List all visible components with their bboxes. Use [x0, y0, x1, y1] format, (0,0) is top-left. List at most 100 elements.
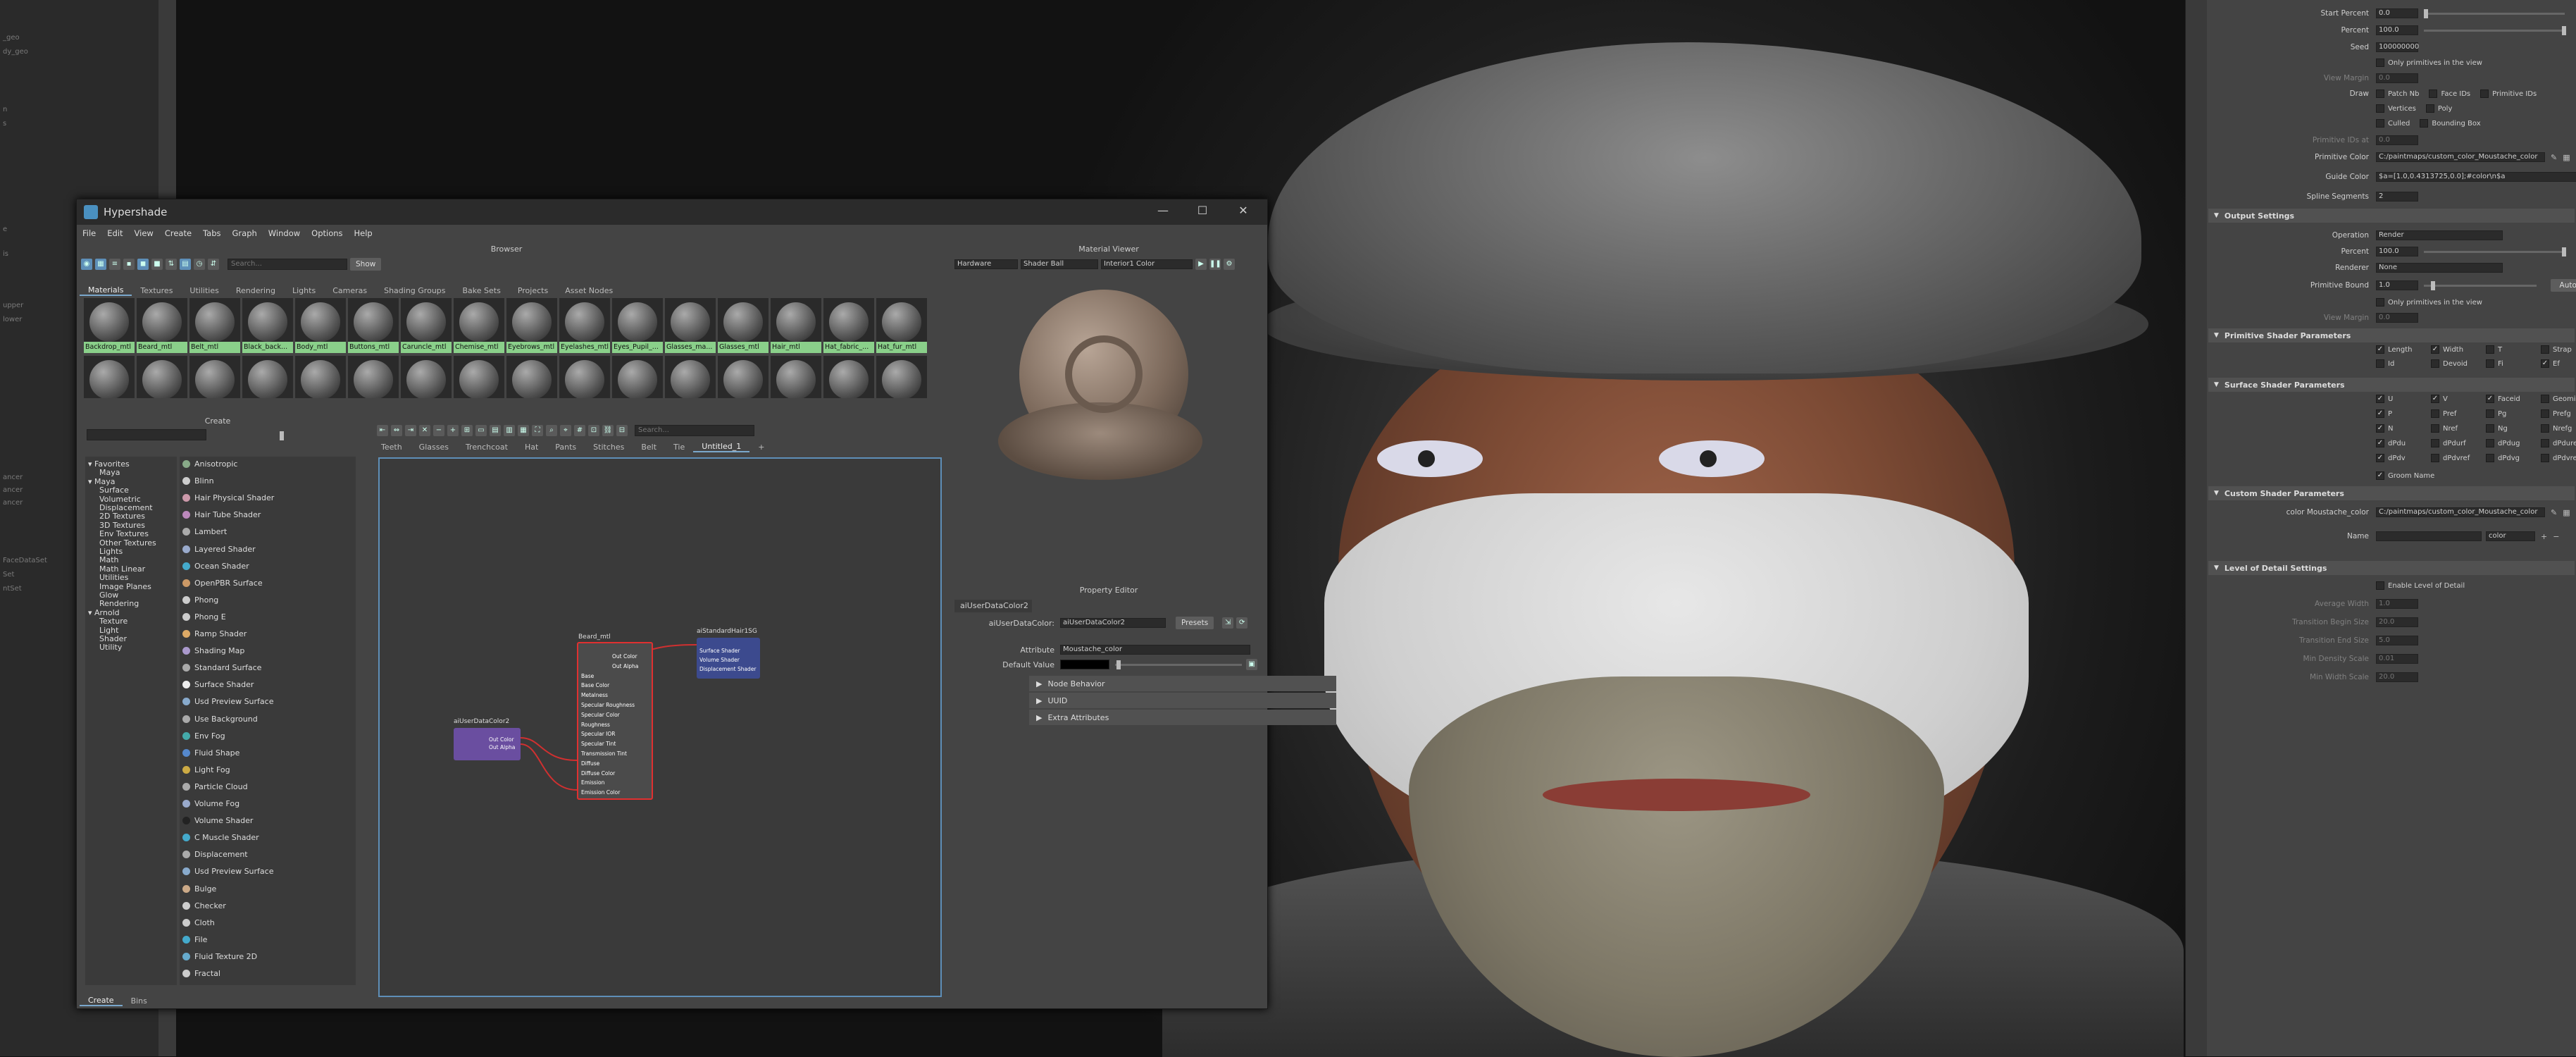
- node-port[interactable]: Emission: [581, 779, 604, 787]
- attribute-field[interactable]: Moustache_color: [1060, 645, 1250, 655]
- primitive-shader-checkbox[interactable]: [2376, 359, 2384, 368]
- create-node-item[interactable]: Usd Preview Surface: [182, 697, 273, 706]
- auto-set-button[interactable]: Auto Set: [2551, 279, 2576, 292]
- tab-utilities[interactable]: Utilities: [181, 286, 227, 295]
- create-node-item[interactable]: Checker: [182, 901, 226, 910]
- close-icon[interactable]: ✕: [1229, 204, 1257, 217]
- primitive-ids-at-field[interactable]: 0.0: [2376, 135, 2418, 145]
- category-env-textures[interactable]: Env Textures: [99, 529, 149, 538]
- primitive-color-field[interactable]: C:/paintmaps/custom_color_Moustache_colo…: [2376, 152, 2545, 162]
- material-swatch[interactable]: Glasses_mtl: [718, 298, 769, 353]
- default-value-slider[interactable]: [1115, 664, 1242, 666]
- material-swatch[interactable]: Glasses_ma...: [665, 298, 716, 353]
- sort-icon[interactable]: ⇅: [166, 259, 177, 270]
- menu-graph[interactable]: Graph: [232, 228, 257, 238]
- medium-icons-icon[interactable]: ◼: [137, 259, 149, 270]
- custom-name-field[interactable]: [2376, 531, 2482, 541]
- grid-icon[interactable]: ▦: [2563, 153, 2570, 162]
- create-node-item[interactable]: File: [182, 935, 207, 944]
- material-swatch[interactable]: [559, 356, 610, 398]
- presets-button[interactable]: Presets: [1176, 617, 1214, 629]
- node-port[interactable]: Base: [581, 673, 594, 681]
- spline-segments-field[interactable]: 2: [2376, 192, 2418, 202]
- lod-field[interactable]: 20.0: [2376, 617, 2418, 627]
- custom-color-field[interactable]: C:/paintmaps/custom_color_Moustache_colo…: [2376, 507, 2545, 517]
- menu-tabs[interactable]: Tabs: [203, 228, 220, 238]
- node-port[interactable]: Transmission Tint: [581, 750, 627, 758]
- create-node-item[interactable]: Volume Fog: [182, 799, 239, 808]
- menu-help[interactable]: Help: [354, 228, 373, 238]
- surface-shader-checkbox[interactable]: ✓: [2376, 424, 2384, 433]
- camera-icon[interactable]: ◉: [81, 259, 92, 270]
- hypershade-titlebar[interactable]: Hypershade — ☐ ✕: [77, 199, 1267, 225]
- create-node-item[interactable]: Layered Shader: [182, 545, 256, 554]
- surface-shader-checkbox[interactable]: ✓: [2376, 439, 2384, 447]
- node-port[interactable]: Out Color: [612, 653, 637, 661]
- create-node-item[interactable]: Lambert: [182, 527, 227, 536]
- tab-bake-sets[interactable]: Bake Sets: [454, 286, 509, 295]
- surface-shader-checkbox[interactable]: [2486, 424, 2494, 433]
- renderer-dropdown[interactable]: None: [2376, 263, 2503, 273]
- tab-shading-groups[interactable]: Shading Groups: [375, 286, 454, 295]
- outliner-item[interactable]: n: [3, 106, 7, 113]
- browser-search-input[interactable]: Search...: [228, 259, 347, 270]
- node-graph-canvas[interactable]: aiUserDataColor2 Out Color Out Alpha Bea…: [378, 457, 942, 997]
- view-margin-field[interactable]: 0.0: [2376, 313, 2418, 323]
- graph-tab[interactable]: Belt: [633, 443, 665, 452]
- surface-shader-checkbox[interactable]: [2541, 395, 2549, 403]
- surface-shader-checkbox[interactable]: [2486, 439, 2494, 447]
- create-node-item[interactable]: C Muscle Shader: [182, 833, 259, 842]
- category-glow[interactable]: Glow: [99, 591, 118, 600]
- node-port[interactable]: Specular IOR: [581, 731, 616, 738]
- remove-icon[interactable]: −: [2553, 532, 2559, 541]
- draw-checkbox[interactable]: [2376, 119, 2384, 128]
- create-node-item[interactable]: Usd Preview Surface: [182, 867, 273, 876]
- category-lights[interactable]: Lights: [99, 547, 123, 556]
- tab-lights[interactable]: Lights: [284, 286, 324, 295]
- show-button[interactable]: Show: [350, 258, 381, 271]
- node-shading-group[interactable]: aiStandardHair1SG Surface Shader Volume …: [697, 638, 760, 679]
- remove-from-graph-icon[interactable]: −: [433, 425, 444, 436]
- settings-icon[interactable]: ⚙: [1224, 259, 1235, 270]
- outliner-item[interactable]: Set: [3, 571, 14, 579]
- node-port[interactable]: Diffuse: [581, 760, 599, 768]
- node-port[interactable]: Displacement Shader: [699, 666, 757, 674]
- material-preview[interactable]: [991, 283, 1209, 508]
- node-port[interactable]: Metalness: [581, 692, 608, 700]
- material-swatch[interactable]: [189, 356, 240, 398]
- lod-field[interactable]: 0.01: [2376, 654, 2418, 664]
- renderer-dropdown[interactable]: Hardware: [954, 259, 1018, 269]
- create-node-item[interactable]: Particle Cloud: [182, 782, 248, 791]
- category-light[interactable]: Light: [99, 626, 118, 635]
- tab-materials[interactable]: Materials: [80, 285, 132, 296]
- percent-slider[interactable]: [2424, 30, 2565, 32]
- create-node-item[interactable]: Fluid Shape: [182, 748, 239, 758]
- material-swatch[interactable]: Eyes_Pupil_...: [612, 298, 663, 353]
- node-port[interactable]: Specular Tint: [581, 741, 616, 748]
- material-swatch[interactable]: Hair_mtl: [771, 298, 821, 353]
- node-port[interactable]: Base Color: [581, 682, 609, 690]
- draw-checkbox[interactable]: [2420, 119, 2428, 128]
- surface-shader-checkbox[interactable]: ✓: [2431, 395, 2439, 403]
- create-node-item[interactable]: Surface Shader: [182, 680, 254, 689]
- edit-icon[interactable]: ✎: [2551, 153, 2557, 162]
- create-node-item[interactable]: Bulge: [182, 884, 216, 894]
- category-displacement[interactable]: Displacement: [99, 503, 153, 512]
- node-port[interactable]: Roughness: [581, 722, 610, 729]
- grid-icon[interactable]: ▦: [95, 259, 106, 270]
- material-swatch[interactable]: [401, 356, 452, 398]
- graph-tab[interactable]: Tie: [665, 443, 693, 452]
- surface-shader-checkbox[interactable]: [2431, 424, 2439, 433]
- small-icons-icon[interactable]: ▪: [123, 259, 135, 270]
- outliner-item[interactable]: e: [3, 225, 7, 233]
- outliner-item[interactable]: lower: [3, 316, 22, 323]
- surface-shader-checkbox[interactable]: [2541, 409, 2549, 418]
- create-node-item[interactable]: Standard Surface: [182, 663, 261, 672]
- tab-create[interactable]: Create: [80, 996, 123, 1006]
- surface-shader-checkbox[interactable]: ✓: [2376, 454, 2384, 462]
- category-texture[interactable]: Texture: [99, 617, 127, 626]
- surface-shader-checkbox[interactable]: [2431, 409, 2439, 418]
- link-icon[interactable]: ⛓: [602, 425, 614, 436]
- surface-shader-checkbox[interactable]: ✓: [2376, 395, 2384, 403]
- category-surface[interactable]: Surface: [99, 486, 129, 495]
